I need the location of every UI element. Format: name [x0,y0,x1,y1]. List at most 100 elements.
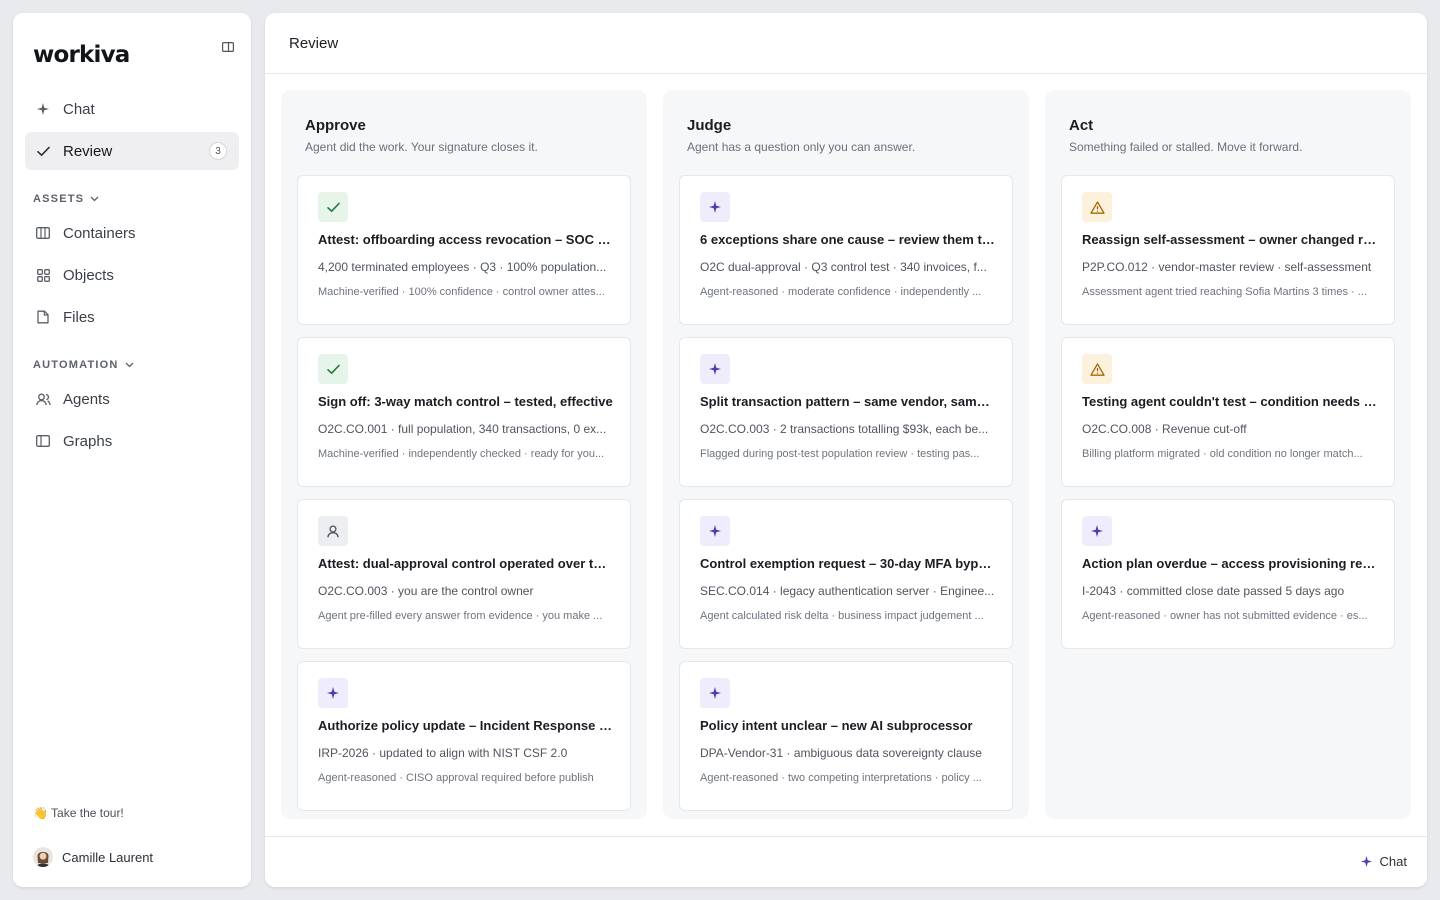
panel-icon [35,433,51,449]
nav-item-objects[interactable]: Objects [25,256,239,294]
card-meta: 4,200 terminated employees · Q3 · 100% p… [318,260,607,274]
take-tour-link[interactable]: 👋 Take the tour! [33,806,124,820]
nav-item-containers[interactable]: Containers [25,214,239,252]
card-note: Agent-reasoned · CISO approval required … [318,772,594,784]
column-approve: Approve Agent did the work. Your signatur… [281,90,647,819]
section-assets-toggle[interactable]: ASSETS [33,193,99,205]
file-icon [35,309,51,325]
card-meta: SEC.CO.014 · legacy authentication serve… [700,584,995,598]
nav-item-review[interactable]: Review 3 [25,132,239,170]
check-icon [35,143,51,159]
review-card[interactable]: Attest: offboarding access revocation – … [297,175,631,325]
column-title: Judge [687,117,732,134]
collapse-sidebar-button[interactable] [220,39,236,55]
column-act: Act Something failed or stalled. Move it … [1045,90,1411,819]
nav-item-label: Containers [63,224,136,242]
card-title: Authorize policy update – Incident Respo… [318,718,614,733]
column-judge: Judge Agent has a question only you can a… [663,90,1029,819]
nav-item-label: Files [63,308,95,326]
review-card[interactable]: 6 exceptions share one cause – review th… [679,175,1013,325]
column-subtitle: Agent has a question only you can answer… [687,140,916,154]
person-icon [318,516,348,546]
nav-item-label: Objects [63,266,114,284]
review-card[interactable]: Authorize policy update – Incident Respo… [297,661,631,811]
workiva-logo[interactable]: workiva [33,42,130,68]
column-subtitle: Agent did the work. Your signature close… [305,140,538,154]
review-card[interactable]: Testing agent couldn't test – condition … [1061,337,1395,487]
review-count-badge: 3 [209,142,227,160]
card-note: Machine-verified · independently checked… [318,448,605,460]
sparkle-icon [700,516,730,546]
user-name: Camille Laurent [62,849,154,865]
nav-item-agents[interactable]: Agents [25,380,239,418]
card-meta: P2P.CO.012 · vendor-master review · self… [1082,260,1372,274]
review-card[interactable]: Sign off: 3-way match control – tested, … [297,337,631,487]
column-title: Act [1069,117,1094,134]
card-note: Flagged during post-test population revi… [700,448,980,460]
card-title: Testing agent couldn't test – condition … [1082,394,1378,409]
page-title: Review [289,34,339,52]
card-meta: I-2043 · committed close date passed 5 d… [1082,584,1345,598]
section-automation-toggle[interactable]: AUTOMATION [33,359,134,371]
column-subtitle: Something failed or stalled. Move it for… [1069,140,1303,154]
card-meta: O2C dual-approval · Q3 control test · 34… [700,260,987,274]
card-note: Machine-verified · 100% confidence · con… [318,286,605,298]
chat-button[interactable]: Chat [1360,854,1407,869]
card-meta: DPA-Vendor-31 · ambiguous data sovereign… [700,746,982,760]
card-meta: IRP-2026 · updated to align with NIST CS… [318,746,568,760]
section-label: AUTOMATION [33,359,119,371]
card-note: Assessment agent tried reaching Sofia Ma… [1082,286,1367,298]
review-card[interactable]: Attest: dual-approval control operated o… [297,499,631,649]
nav-item-label: Chat [63,100,95,118]
sparkle-icon [1360,856,1372,867]
card-note: Agent calculated risk delta · business i… [700,610,984,622]
card-title: 6 exceptions share one cause – review th… [700,232,996,247]
card-title: Attest: offboarding access revocation – … [318,232,614,247]
sidebar-toggle-icon [222,42,234,52]
review-card[interactable]: Reassign self-assessment – owner changed… [1061,175,1395,325]
users-icon [35,391,51,407]
card-note: Agent pre-filled every answer from evide… [318,610,603,622]
card-note: Agent-reasoned · moderate confidence · i… [700,286,982,298]
nav-item-label: Review [63,142,113,160]
card-title: Policy intent unclear – new AI subproces… [700,718,973,733]
card-note: Agent-reasoned · two competing interpret… [700,772,982,784]
sparkle-icon [318,678,348,708]
review-card[interactable]: Split transaction pattern – same vendor,… [679,337,1013,487]
warning-icon [1082,192,1112,222]
sidebar: workiva Chat Review 3 ASSETS Containers … [13,13,251,887]
card-title: Split transaction pattern – same vendor,… [700,394,996,409]
nav-item-label: Agents [63,390,110,408]
columns-icon [35,225,51,241]
nav-item-graphs[interactable]: Graphs [25,422,239,460]
sparkle-icon [700,354,730,384]
user-menu[interactable]: Camille Laurent [33,847,153,867]
card-meta: O2C.CO.003 · 2 transactions totalling $9… [700,422,989,436]
sparkle-icon [700,678,730,708]
card-title: Control exemption request – 30-day MFA b… [700,556,996,571]
card-title: Action plan overdue – access provisionin… [1082,556,1378,571]
main-panel: Review Approve Agent did the work. Your s… [265,13,1427,887]
column-title: Approve [305,117,366,134]
nav-item-chat[interactable]: Chat [25,90,239,128]
card-meta: O2C.CO.001 · full population, 340 transa… [318,422,607,436]
card-meta: O2C.CO.008 · Revenue cut-off [1082,422,1247,436]
warning-icon [1082,354,1112,384]
review-card[interactable]: Policy intent unclear – new AI subproces… [679,661,1013,811]
review-card[interactable]: Control exemption request – 30-day MFA b… [679,499,1013,649]
avatar [33,847,53,867]
page-header: Review [265,13,1427,74]
nav-item-label: Graphs [63,432,113,450]
card-meta: O2C.CO.003 · you are the control owner [318,584,534,598]
check-icon [318,354,348,384]
card-title: Sign off: 3-way match control – tested, … [318,394,613,409]
sparkle-icon [700,192,730,222]
card-title: Attest: dual-approval control operated o… [318,556,614,571]
card-note: Billing platform migrated · old conditio… [1082,448,1363,460]
card-note: Agent-reasoned · owner has not submitted… [1082,610,1368,622]
nav-item-files[interactable]: Files [25,298,239,336]
section-label: ASSETS [33,193,85,205]
sparkle-icon [1082,516,1112,546]
footer-bar: Chat [265,836,1427,887]
review-card[interactable]: Action plan overdue – access provisionin… [1061,499,1395,649]
